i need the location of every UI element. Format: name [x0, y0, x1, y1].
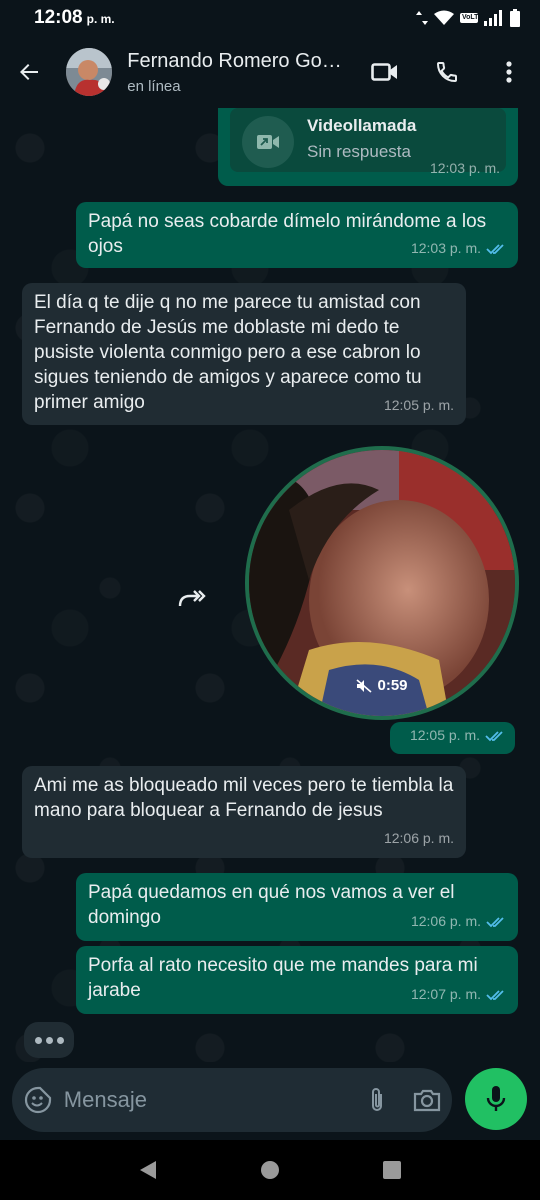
back-button[interactable]: [0, 36, 58, 108]
message-meta: 12:05 p. m.: [410, 723, 505, 748]
message-meta: 12:03 p. m.: [411, 236, 506, 261]
video-duration: 0:59: [249, 677, 515, 694]
voice-call-button[interactable]: [416, 36, 478, 108]
wifi-icon: [434, 10, 454, 25]
video-note-time-chip: 12:05 p. m.: [390, 722, 515, 754]
typing-dot: [34, 1036, 42, 1044]
status-time: 12:08 p. m.: [34, 7, 115, 29]
chat-area[interactable]: Videollamada Sin respuesta 12:03 p. m. P…: [0, 108, 540, 1062]
message-time: 12:06 p. m.: [383, 830, 454, 846]
phone-icon: [437, 62, 458, 83]
paperclip-icon: [371, 1088, 382, 1111]
avatar[interactable]: [65, 48, 113, 96]
message-meta: 12:06 p. m.: [384, 826, 454, 851]
double-check-icon: [486, 916, 504, 927]
speaker-muted-icon: [356, 678, 373, 693]
sticker-emoji-icon: [24, 1086, 51, 1114]
typing-dot: [56, 1036, 64, 1044]
status-icons: VoLTE: [416, 9, 520, 27]
nav-home-icon[interactable]: [260, 1160, 280, 1180]
voice-record-button[interactable]: [465, 1068, 527, 1130]
clock-period: p. m.: [86, 12, 115, 26]
data-arrows-icon: [416, 11, 428, 25]
missed-video-call-icon: [257, 135, 279, 149]
duration-text: 0:59: [377, 677, 408, 694]
message-input[interactable]: [63, 1087, 352, 1113]
volte-badge: VoLTE: [460, 13, 484, 23]
message-time: 12:05 p. m.: [383, 397, 454, 413]
chat-header: Fernando Romero Go… en línea: [0, 36, 540, 108]
message-meta: 12:07 p. m.: [411, 982, 506, 1007]
message-meta: 12:05 p. m.: [384, 393, 454, 418]
header-actions: [354, 36, 540, 108]
double-check-icon: [486, 243, 504, 254]
message-text: Ami me as bloqueado mil veces pero te ti…: [34, 775, 454, 821]
call-status: Sin respuesta: [307, 142, 411, 161]
typing-indicator: [24, 1022, 74, 1058]
more-options-button[interactable]: [478, 36, 540, 108]
message-time: 12:06 p. m.: [410, 913, 481, 929]
forward-button[interactable]: [170, 576, 214, 620]
video-camera-icon: [371, 63, 398, 81]
microphone-icon: [486, 1086, 506, 1111]
video-call-button[interactable]: [354, 36, 416, 108]
typing-dot: [45, 1036, 53, 1044]
status-bar: 12:08 p. m. VoLTE: [0, 0, 540, 36]
message-time: 12:05 p. m.: [409, 727, 480, 743]
nav-back-icon[interactable]: [138, 1160, 158, 1180]
emoji-button[interactable]: [12, 1068, 64, 1132]
signal-icon: [484, 10, 502, 26]
message-bubble-outgoing[interactable]: Papá no seas cobarde dímelo mirándome a …: [76, 202, 518, 268]
message-meta: 12:06 p. m.: [411, 909, 506, 934]
arrow-left-icon: [19, 64, 38, 80]
battery-icon: [510, 9, 520, 27]
message-bubble-incoming[interactable]: Ami me as bloqueado mil veces pero te ti…: [22, 766, 466, 858]
message-bubble-outgoing[interactable]: Papá quedamos en qué nos vamos a ver el …: [76, 873, 518, 941]
missed-video-call-message[interactable]: Videollamada Sin respuesta 12:03 p. m.: [218, 108, 518, 186]
double-check-icon: [485, 730, 503, 741]
composer-bar: [12, 1068, 452, 1132]
message-bubble-outgoing[interactable]: Porfa al rato necesito que me mandes par…: [76, 946, 518, 1014]
attach-button[interactable]: [352, 1068, 402, 1132]
clock-time: 12:08: [34, 7, 83, 28]
avatar-image: [65, 48, 113, 96]
message-time: 12:03 p. m.: [410, 240, 481, 256]
contact-info[interactable]: Fernando Romero Go… en línea: [127, 50, 354, 95]
message-bubble-incoming[interactable]: El día q te dije q no me parece tu amist…: [22, 283, 466, 425]
contact-name: Fernando Romero Go…: [127, 49, 342, 72]
call-title: Videollamada: [307, 116, 417, 135]
system-nav-bar: [0, 1140, 540, 1200]
camera-icon: [413, 1089, 441, 1112]
message-time: 12:03 p. m.: [429, 160, 500, 176]
contact-status: en línea: [127, 77, 181, 95]
message-time: 12:07 p. m.: [410, 986, 481, 1002]
call-icon-circle: [242, 116, 294, 168]
video-note-message[interactable]: 0:59: [245, 446, 519, 720]
camera-button[interactable]: [402, 1068, 452, 1132]
double-check-icon: [486, 989, 504, 1000]
forward-icon: [178, 590, 206, 607]
more-vertical-icon: [506, 61, 512, 83]
nav-recents-icon[interactable]: [382, 1160, 402, 1180]
